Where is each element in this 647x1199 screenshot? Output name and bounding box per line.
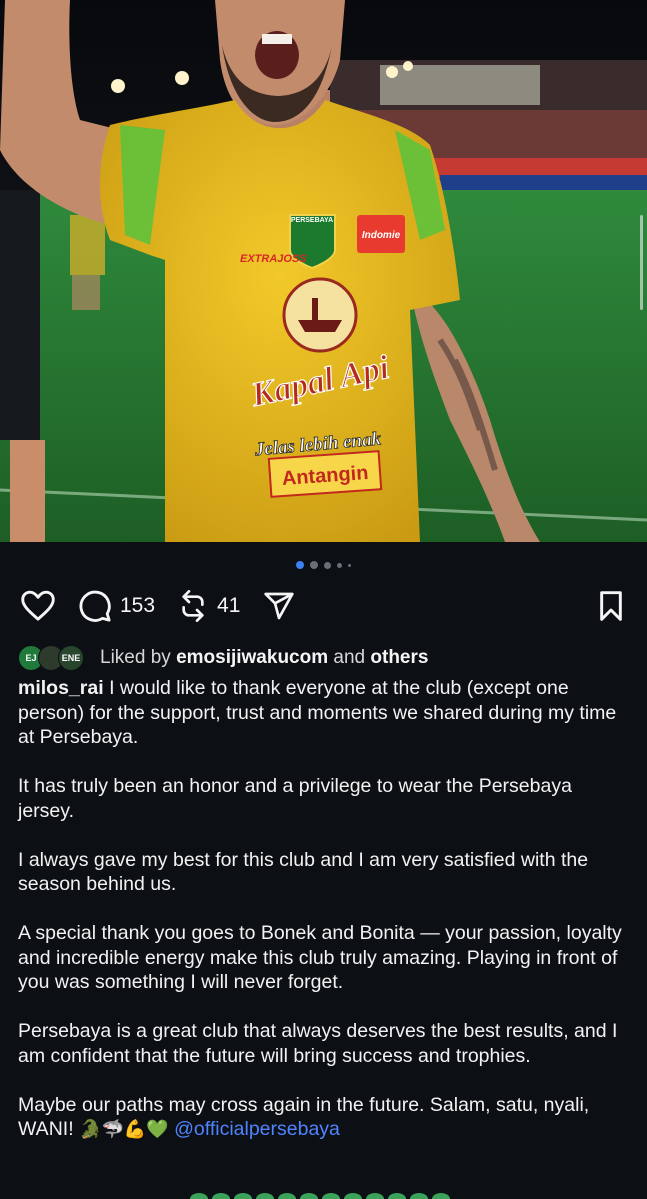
green-heart-icon [344, 1193, 362, 1199]
carousel-dot-5 [348, 563, 351, 567]
green-heart-icon [300, 1193, 318, 1199]
post-photo[interactable]: PERSEBAYA EXTRAJOSS Indomie Kapal Api Je… [0, 0, 647, 542]
green-heart-icon [256, 1193, 274, 1199]
caption-paragraph-4: A special thank you goes to Bonek and Bo… [18, 922, 622, 993]
heart-icon [21, 590, 55, 621]
green-heart-icon [388, 1193, 406, 1199]
send-icon [264, 592, 295, 620]
caption-paragraph-6: Maybe our paths may cross again in the f… [18, 1093, 630, 1142]
mention-link[interactable]: @officialpersebaya [174, 1118, 340, 1140]
repost-icon [182, 590, 204, 622]
green-heart-icon [234, 1193, 252, 1199]
liked-by-joiner: and [333, 647, 366, 668]
crest-text: PERSEBAYA [291, 217, 333, 224]
sponsor-indomie: Indomie [362, 230, 401, 241]
sponsor-extrajoss: EXTRAJOSS [240, 253, 307, 265]
caption-text-1: I would like to thank everyone at the cl… [18, 677, 617, 748]
repost-count: 41 [217, 594, 241, 617]
caption-paragraph-2: It has truly been an honor and a privile… [18, 775, 572, 822]
carousel-dot-4 [337, 562, 342, 568]
caption-emojis: 🐊🦈💪💚 [79, 1119, 169, 1139]
green-heart-icon [278, 1193, 296, 1199]
avatar: ENE [58, 645, 84, 671]
action-bar: 153 41 [20, 588, 625, 624]
caption-paragraph-3: I always gave my best for this club and … [18, 848, 589, 896]
green-heart-icon [366, 1193, 384, 1199]
share-button[interactable] [262, 590, 296, 622]
liked-by-others[interactable]: others [370, 647, 428, 669]
scroll-indicator [640, 215, 643, 310]
green-heart-icon [212, 1193, 230, 1199]
green-heart-icon [190, 1193, 208, 1199]
carousel-dot-1 [296, 561, 304, 569]
liked-by-prefix: Liked by [100, 647, 171, 668]
comment-button[interactable]: 153 [78, 589, 155, 623]
green-heart-icon [322, 1193, 340, 1199]
liked-by-row[interactable]: EJ ENE Liked by emosijiwakucom and other… [18, 645, 428, 671]
carousel-dot-2 [310, 561, 318, 569]
repost-button[interactable]: 41 [177, 590, 240, 622]
carousel-dot-3 [324, 561, 331, 569]
green-heart-icon [432, 1193, 450, 1199]
emoji-row-cutoff [190, 1193, 460, 1199]
player-photo: PERSEBAYA EXTRAJOSS Indomie Kapal Api Je… [0, 0, 647, 542]
liker-avatars: EJ ENE [18, 645, 84, 671]
caption-paragraph-5: Persebaya is a great club that always de… [18, 1020, 618, 1067]
comment-icon [79, 590, 111, 622]
like-button[interactable] [20, 590, 56, 622]
bookmark-icon [600, 591, 622, 621]
carousel-indicator [0, 561, 647, 569]
caption-username[interactable]: milos_rai [18, 677, 104, 699]
liked-by-user[interactable]: emosijiwakucom [176, 647, 328, 669]
save-button[interactable] [597, 590, 625, 622]
caption-paragraph-1: milos_rai I would like to thank everyone… [18, 676, 630, 750]
post-caption: milos_rai I would like to thank everyone… [18, 676, 630, 1166]
comment-count: 153 [120, 594, 156, 617]
green-heart-icon [410, 1193, 428, 1199]
